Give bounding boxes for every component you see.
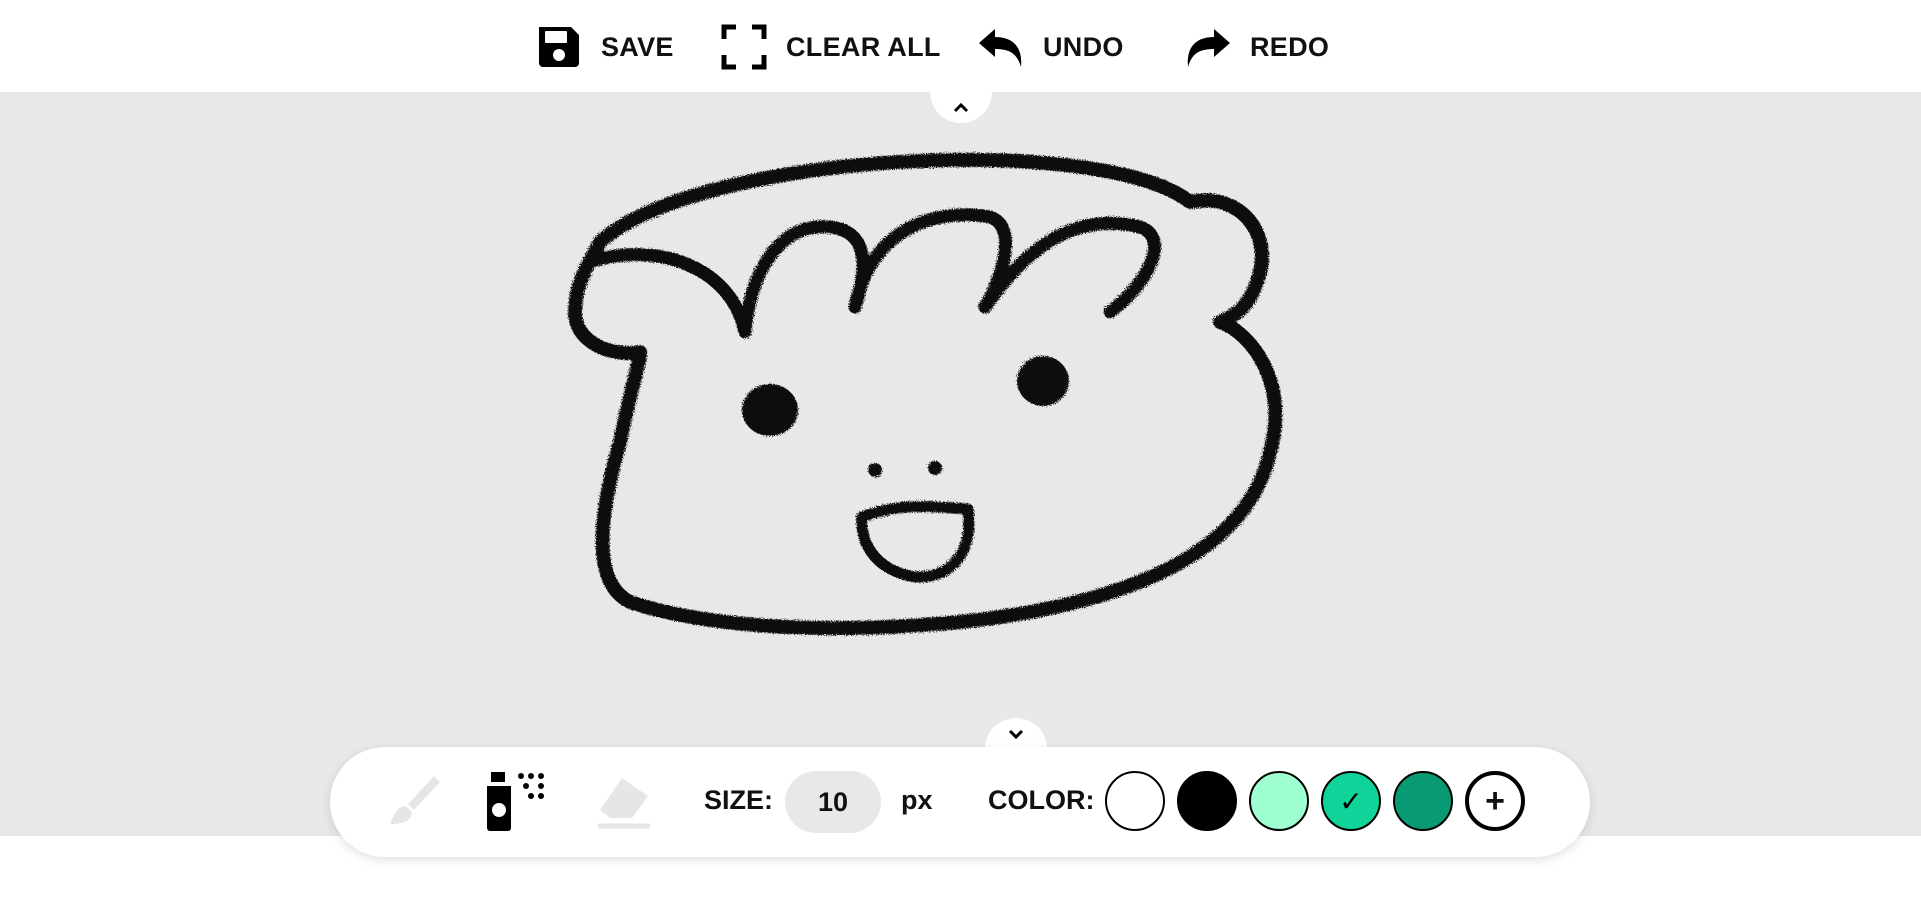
- save-button[interactable]: SAVE: [535, 22, 674, 72]
- size-label: SIZE:: [704, 785, 774, 815]
- plus-icon: +: [1485, 781, 1505, 820]
- right-eye: [1017, 356, 1069, 406]
- chevron-up-icon: [953, 102, 969, 112]
- spray-tool[interactable]: [483, 770, 547, 834]
- eraser-tool[interactable]: [592, 770, 656, 834]
- size-input[interactable]: 10: [785, 771, 881, 833]
- save-label: SAVE: [601, 31, 674, 62]
- floppy-disk-icon: [539, 27, 579, 67]
- brush-tool[interactable]: [382, 770, 446, 834]
- size-unit-label: px: [901, 785, 933, 815]
- color-swatch-black[interactable]: [1177, 771, 1237, 831]
- drawing-canvas[interactable]: [0, 92, 1921, 836]
- eraser-icon: [598, 778, 650, 829]
- redo-arrow-icon: [1187, 29, 1230, 67]
- selected-check-icon: ✓: [1339, 785, 1363, 817]
- spray-can-icon: [487, 772, 544, 831]
- head-outline: [568, 152, 1283, 636]
- bottom-toolbar: SIZE: 10 px COLOR: ✓ +: [330, 747, 1590, 857]
- add-color-button[interactable]: +: [1465, 771, 1525, 831]
- color-label: COLOR:: [988, 785, 1095, 815]
- color-swatch-green-selected[interactable]: ✓: [1321, 771, 1381, 831]
- left-eye: [742, 384, 798, 436]
- color-swatch-white[interactable]: [1105, 771, 1165, 831]
- undo-button[interactable]: UNDO: [977, 22, 1124, 72]
- hair-curls: [583, 208, 1161, 339]
- right-nostril: [928, 461, 942, 475]
- drawing: [568, 152, 1283, 636]
- expand-corners-icon: [721, 24, 767, 70]
- redo-button[interactable]: REDO: [1184, 22, 1329, 72]
- color-swatch-mint[interactable]: [1249, 771, 1309, 831]
- chevron-down-icon: [1008, 729, 1024, 739]
- clear-all-label: CLEAR ALL: [786, 31, 941, 62]
- redo-label: REDO: [1250, 31, 1330, 62]
- left-nostril: [868, 463, 882, 477]
- paintbrush-icon: [390, 776, 440, 824]
- undo-label: UNDO: [1043, 31, 1124, 62]
- undo-arrow-icon: [979, 29, 1022, 67]
- clear-all-button[interactable]: CLEAR ALL: [720, 22, 941, 72]
- color-swatch-dark-green[interactable]: [1393, 771, 1453, 831]
- mouth: [856, 501, 975, 583]
- top-action-bar: SAVE CLEAR ALL UNDO REDO: [0, 0, 1921, 92]
